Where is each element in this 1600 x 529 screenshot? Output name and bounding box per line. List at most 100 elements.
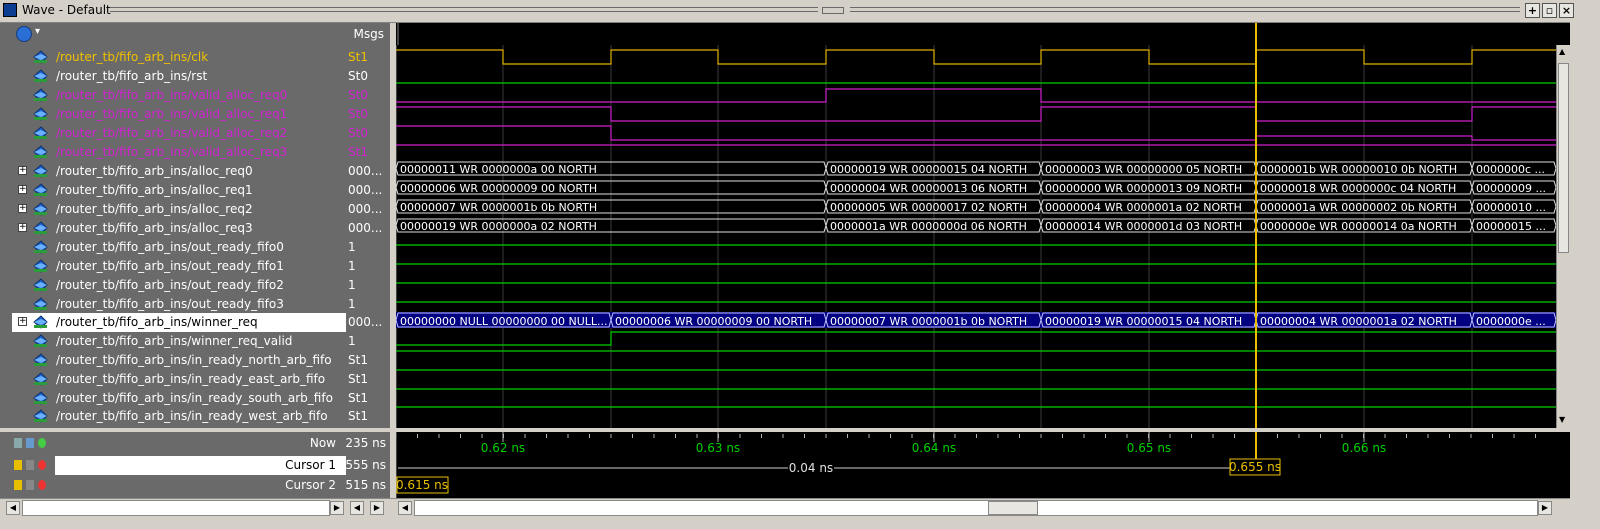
signal-row[interactable]: + /router_tb/fifo_arb_ins/alloc_req2 <box>0 200 346 219</box>
signal-row[interactable]: /router_tb/fifo_arb_ins/in_ready_east_ar… <box>0 370 346 389</box>
edit-cursor-icon[interactable] <box>26 480 34 490</box>
delete-cursor-icon[interactable] <box>38 480 46 490</box>
alloc-req3-label: 00000014 WR 0000001d 03 NORTH <box>1045 220 1242 233</box>
signal-row[interactable]: + /router_tb/fifo_arb_ins/alloc_req3 <box>0 219 346 238</box>
alloc-req3-label: 00000019 WR 0000000a 02 NORTH <box>400 220 597 233</box>
scroll-right-icon[interactable]: ▶ <box>370 501 384 515</box>
timeline-ruler[interactable]: 0.62 ns 0.63 ns 0.64 ns 0.65 ns 0.66 ns 0.04 … <box>396 432 1556 498</box>
signal-name: /router_tb/fifo_arb_ins/valid_alloc_req0 <box>56 88 288 102</box>
alloc-req2-label: 00000005 WR 00000017 02 NORTH <box>830 201 1027 214</box>
cursor-row-2[interactable]: Cursor 2 <box>0 476 346 495</box>
signal-row[interactable]: /router_tb/fifo_arb_ins/out_ready_fifo2 <box>0 276 346 295</box>
now-icon <box>14 438 22 448</box>
close-icon[interactable]: × <box>1559 3 1574 18</box>
vertical-scroll-thumb[interactable] <box>1558 63 1569 253</box>
signal-row[interactable]: /router_tb/fifo_arb_ins/valid_alloc_req0 <box>0 86 346 105</box>
expand-icon[interactable]: + <box>18 317 27 326</box>
cursor-value-list: 235 ns 555 ns 515 ns <box>346 432 390 498</box>
signal-row[interactable]: + /router_tb/fifo_arb_ins/alloc_req1 <box>0 181 346 200</box>
undock-icon[interactable]: ▫ <box>1542 3 1557 18</box>
add-cursor-icon[interactable] <box>38 438 46 448</box>
signal-name-list: /router_tb/fifo_arb_ins/clk/router_tb/fi… <box>0 45 346 428</box>
signal-row[interactable]: /router_tb/fifo_arb_ins/valid_alloc_req2 <box>0 124 346 143</box>
cursor-delta-label: 0.04 ns <box>789 461 833 475</box>
signal-value: 000... <box>348 202 383 216</box>
cursor-row-1[interactable]: Cursor 1 <box>0 456 346 475</box>
lock-icon[interactable] <box>14 480 22 490</box>
scroll-right-icon[interactable]: ▶ <box>330 501 344 515</box>
scroll-down-icon[interactable]: ▼ <box>1559 415 1565 424</box>
cursor-value: 235 ns <box>346 436 386 450</box>
winner-req-label: 00000004 WR 0000001a 02 NORTH <box>1260 315 1457 328</box>
scroll-right-icon[interactable]: ▶ <box>1538 501 1552 515</box>
signal-row[interactable]: /router_tb/fifo_arb_ins/out_ready_fifo3 <box>0 295 346 314</box>
signal-row[interactable]: /router_tb/fifo_arb_ins/out_ready_fifo0 <box>0 238 346 257</box>
signal-name: /router_tb/fifo_arb_ins/in_ready_south_a… <box>56 391 333 405</box>
signal-row[interactable]: + /router_tb/fifo_arb_ins/alloc_req0 <box>0 162 346 181</box>
tick-label: 0.63 ns <box>696 441 740 455</box>
signal-icon <box>33 297 48 311</box>
winner-req-label: 00000006 WR 00000009 00 NORTH <box>615 315 812 328</box>
cursor-list: Now Cursor 1 Cursor 2 <box>0 432 346 498</box>
wave-scroll-thumb[interactable] <box>988 501 1038 515</box>
expand-icon[interactable]: + <box>18 204 27 213</box>
signal-icon <box>33 391 48 405</box>
vertical-scrollbar[interactable]: ▲ ▼ <box>1556 45 1570 428</box>
signal-name: /router_tb/fifo_arb_ins/valid_alloc_req1 <box>56 107 288 121</box>
scroll-up-icon[interactable]: ▲ <box>1559 47 1565 56</box>
cursor-row-now[interactable]: Now <box>0 434 346 453</box>
alloc-req2-label: 00000004 WR 0000001a 02 NORTH <box>1045 201 1242 214</box>
signal-icon <box>33 315 48 329</box>
title-grip-line <box>850 7 1520 8</box>
tick-label: 0.65 ns <box>1127 441 1171 455</box>
alloc-req0-label: 00000019 WR 00000015 04 NORTH <box>830 163 1027 176</box>
signal-value: St1 <box>348 50 368 64</box>
chevron-down-icon[interactable]: ▾ <box>35 26 40 37</box>
signal-name: /router_tb/fifo_arb_ins/in_ready_east_ar… <box>56 372 326 386</box>
alloc-req1-label: 00000000 WR 00000013 09 NORTH <box>1045 182 1242 195</box>
signal-row[interactable]: /router_tb/fifo_arb_ins/clk <box>0 48 346 67</box>
signal-value: St0 <box>348 126 368 140</box>
signal-row[interactable]: /router_tb/fifo_arb_ins/rst <box>0 67 346 86</box>
signal-row[interactable]: /router_tb/fifo_arb_ins/in_ready_south_a… <box>0 389 346 408</box>
add-icon[interactable]: + <box>1525 3 1540 18</box>
signal-value: St1 <box>348 372 368 386</box>
signal-row[interactable]: /router_tb/fifo_arb_ins/valid_alloc_req3 <box>0 143 346 162</box>
signal-row[interactable]: /router_tb/fifo_arb_ins/out_ready_fifo1 <box>0 257 346 276</box>
winner-req-label: 00000000 NULL 00000000 00 NULL... <box>400 315 608 328</box>
signal-icon <box>33 221 48 235</box>
signal-value: St1 <box>348 353 368 367</box>
signal-name: /router_tb/fifo_arb_ins/alloc_req3 <box>56 221 253 235</box>
wave-pane-scrollbar[interactable] <box>414 500 1538 516</box>
expand-icon[interactable]: + <box>18 223 27 232</box>
signal-icon <box>33 107 48 121</box>
scroll-left-icon[interactable]: ◀ <box>350 501 364 515</box>
wave-settings-icon[interactable] <box>16 26 32 42</box>
delete-cursor-icon[interactable] <box>38 460 46 470</box>
name-pane-scrollbar[interactable] <box>22 500 330 516</box>
signal-row[interactable]: /router_tb/fifo_arb_ins/winner_req_valid <box>0 332 346 351</box>
edit-cursor-icon[interactable] <box>26 460 34 470</box>
signal-row[interactable]: /router_tb/fifo_arb_ins/in_ready_west_ar… <box>0 407 346 426</box>
alloc-req3-label: 00000015 ... <box>1476 220 1546 233</box>
signal-name: /router_tb/fifo_arb_ins/winner_req <box>56 315 258 329</box>
title-drag-handle[interactable] <box>822 7 844 14</box>
signal-value: 1 <box>348 334 356 348</box>
waveform-canvas[interactable]: 00000011 WR 0000000a 00 NORTH 00000019 WR… <box>396 45 1556 428</box>
signal-name-header <box>0 23 346 45</box>
signal-row[interactable]: /router_tb/fifo_arb_ins/in_ready_north_a… <box>0 351 346 370</box>
signal-value: 000... <box>348 164 383 178</box>
signal-icon <box>33 202 48 216</box>
scroll-left-icon[interactable]: ◀ <box>398 501 412 515</box>
cursor-name: Cursor 2 <box>285 478 336 492</box>
scroll-left-icon[interactable]: ◀ <box>6 501 20 515</box>
now-icon <box>26 438 34 448</box>
expand-icon[interactable]: + <box>18 185 27 194</box>
cursor-value: 555 ns <box>346 458 386 472</box>
lock-icon[interactable] <box>14 460 22 470</box>
signal-row[interactable]: + /router_tb/fifo_arb_ins/winner_req <box>12 313 346 332</box>
signal-row[interactable]: /router_tb/fifo_arb_ins/valid_alloc_req1 <box>0 105 346 124</box>
wave-window-icon <box>3 3 17 17</box>
expand-icon[interactable]: + <box>18 166 27 175</box>
signal-value: 1 <box>348 278 356 292</box>
